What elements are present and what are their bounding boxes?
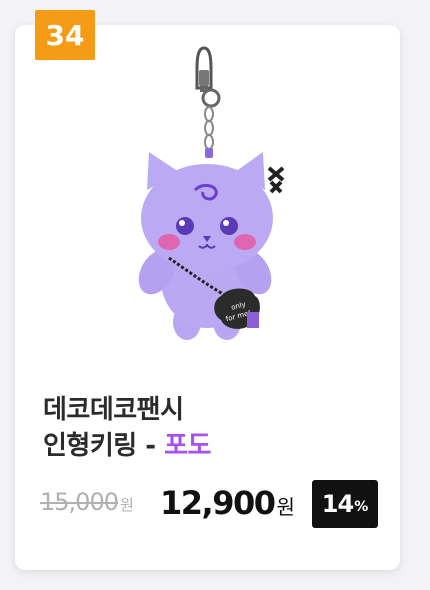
product-type: 인형키링: [43, 431, 137, 461]
sale-price: 12,900 원: [160, 484, 295, 522]
product-variant: 포도: [164, 431, 211, 461]
price-row: 15,000 원 12,900 원 14%: [40, 480, 385, 528]
sale-price-unit: 원: [276, 495, 295, 519]
original-price-unit: 원: [119, 496, 134, 514]
title-separator: -: [136, 431, 165, 461]
sale-price-value: 12,900: [160, 484, 276, 522]
plush-cat-keyring-image[interactable]: only for me!: [125, 40, 285, 350]
discount-badge: 14%: [312, 480, 378, 528]
product-brand-name: 데코데코팬시: [43, 395, 184, 425]
rank-badge: 34: [35, 10, 95, 60]
discount-value: 14: [321, 490, 354, 518]
original-price: 15,000 원: [40, 488, 134, 516]
discount-unit: %: [354, 499, 369, 515]
product-title[interactable]: 데코데코팬시 인형키링 - 포도: [43, 392, 383, 464]
original-price-value: 15,000: [40, 488, 119, 516]
